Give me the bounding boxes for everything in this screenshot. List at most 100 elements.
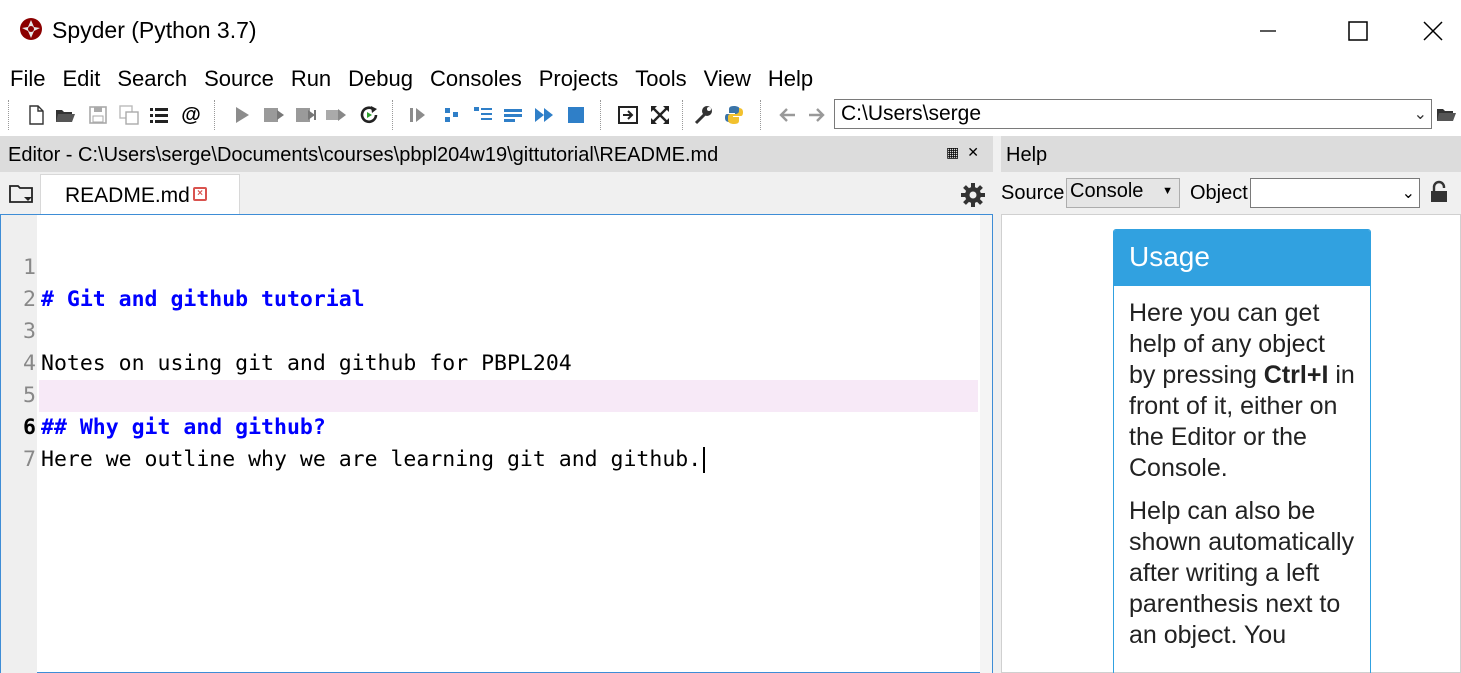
editor-tab-bar: README.md × — [0, 172, 993, 214]
preferences-button[interactable] — [691, 103, 715, 127]
window-title: Spyder (Python 3.7) — [52, 17, 257, 43]
python-path-button[interactable] — [722, 103, 746, 127]
step-icon — [445, 108, 458, 122]
step-return-icon — [504, 109, 522, 122]
menu-projects[interactable]: Projects — [539, 66, 618, 92]
source-label: Source — [1001, 182, 1065, 204]
stop-icon — [568, 107, 584, 123]
code-line: 4 — [1, 316, 979, 376]
menu-consoles[interactable]: Consoles — [430, 66, 522, 92]
toolbar-separator — [760, 100, 762, 130]
stop-button[interactable] — [564, 103, 588, 127]
spyder-logo-icon — [20, 18, 42, 40]
continue-button[interactable] — [532, 103, 556, 127]
caret-down-icon: ▼ — [1162, 185, 1173, 197]
fullscreen-button[interactable] — [648, 103, 672, 127]
browse-folder-button[interactable] — [1434, 103, 1458, 127]
close-icon — [1422, 21, 1443, 41]
code-line: 2 — [1, 252, 979, 312]
chevron-down-icon: ⌄ — [1401, 185, 1415, 202]
run-button[interactable] — [230, 103, 254, 127]
line-text: Here we outline why we are learning git … — [41, 447, 702, 472]
back-icon — [779, 108, 795, 122]
pane-controls: ▦✕ — [946, 144, 987, 161]
menu-bar: File Edit Search Source Run Debug Consol… — [0, 62, 1461, 96]
close-pane-icon[interactable]: ✕ — [967, 144, 987, 160]
run-cell-icon — [264, 108, 284, 122]
toolbar-separator — [600, 100, 602, 130]
menu-search[interactable]: Search — [117, 66, 187, 92]
menu-debug[interactable]: Debug — [348, 66, 413, 92]
code-line: 5 ## Why git and github? — [1, 348, 979, 440]
continue-icon — [535, 108, 553, 122]
maximize-icon — [1348, 21, 1368, 41]
menu-file[interactable]: File — [10, 66, 45, 92]
preferences-icon — [694, 106, 712, 125]
open-file-icon — [56, 110, 75, 122]
run-cell-advance-icon — [296, 108, 316, 122]
line-text-wrapper: Here we outline why we are learning git … — [41, 444, 706, 476]
menu-edit[interactable]: Edit — [62, 66, 100, 92]
step-into-button[interactable] — [471, 103, 495, 127]
maximize-pane-icon — [618, 106, 638, 124]
code-line-current: 6 Here we outline why we are learning gi… — [1, 380, 979, 473]
open-file-button[interactable] — [53, 103, 77, 127]
usage-title: Usage — [1114, 230, 1370, 286]
menu-view[interactable]: View — [704, 66, 751, 92]
rerun-button[interactable] — [357, 103, 381, 127]
vertical-scrollbar[interactable] — [980, 215, 992, 673]
debug-button[interactable] — [406, 103, 430, 127]
run-selection-button[interactable] — [324, 103, 348, 127]
run-cell-button[interactable] — [262, 103, 286, 127]
menu-tools[interactable]: Tools — [635, 66, 686, 92]
save-icon — [89, 106, 107, 124]
at-icon[interactable]: @ — [179, 103, 203, 127]
undock-icon[interactable]: ▦ — [946, 144, 967, 160]
run-selection-icon — [326, 109, 346, 121]
new-file-icon — [29, 105, 44, 125]
save-button[interactable] — [86, 103, 110, 127]
browse-tabs-icon[interactable] — [8, 182, 36, 206]
save-all-button[interactable] — [117, 103, 141, 127]
code-line: 3 Notes on using git and github for PBPL… — [1, 284, 979, 376]
back-button[interactable] — [775, 103, 799, 127]
line-number: 7 — [23, 447, 36, 472]
save-all-icon — [119, 105, 139, 125]
outline-icon — [150, 108, 168, 123]
lock-icon[interactable] — [1429, 180, 1449, 204]
run-cell-advance-button[interactable] — [294, 103, 318, 127]
usage-card: Usage Here you can get help of any objec… — [1113, 229, 1371, 673]
object-label: Object — [1190, 182, 1248, 204]
pane-splitter[interactable] — [993, 136, 1001, 673]
working-directory-combo[interactable]: C:\Users\serge ⌄ — [834, 99, 1432, 129]
maximize-button[interactable] — [1312, 0, 1404, 62]
tab-label: README.md — [65, 184, 190, 207]
usage-text: Here you can get help of any object by p… — [1114, 286, 1370, 651]
source-select[interactable]: Console ▼ — [1066, 178, 1180, 208]
working-directory-value: C:\Users\serge — [841, 102, 982, 125]
editor-pane-header: Editor - C:\Users\serge\Documents\course… — [0, 136, 993, 172]
maximize-pane-button[interactable] — [616, 103, 640, 127]
forward-button[interactable] — [805, 103, 829, 127]
gear-icon[interactable] — [960, 182, 986, 208]
step-return-button[interactable] — [501, 103, 525, 127]
text-cursor — [703, 447, 706, 473]
python-path-icon — [725, 106, 743, 124]
title-bar: Spyder (Python 3.7) — [0, 0, 1461, 62]
tab-readme[interactable]: README.md × — [40, 174, 240, 214]
toolbar-separator — [214, 100, 216, 130]
menu-run[interactable]: Run — [291, 66, 331, 92]
minimize-button[interactable] — [1222, 0, 1314, 62]
code-editor[interactable]: 1 # Git and github tutorial 2 3 Notes on… — [0, 214, 993, 673]
source-value: Console — [1070, 180, 1144, 202]
new-file-button[interactable] — [24, 103, 48, 127]
close-button[interactable] — [1404, 0, 1461, 62]
menu-help[interactable]: Help — [768, 66, 813, 92]
object-input[interactable]: ⌄ — [1250, 178, 1420, 208]
close-tab-icon[interactable]: × — [193, 187, 207, 201]
outline-button[interactable] — [147, 103, 171, 127]
menu-source[interactable]: Source — [204, 66, 274, 92]
help-pane-title: Help — [1006, 144, 1048, 166]
step-button[interactable] — [440, 103, 464, 127]
run-icon — [236, 107, 249, 123]
